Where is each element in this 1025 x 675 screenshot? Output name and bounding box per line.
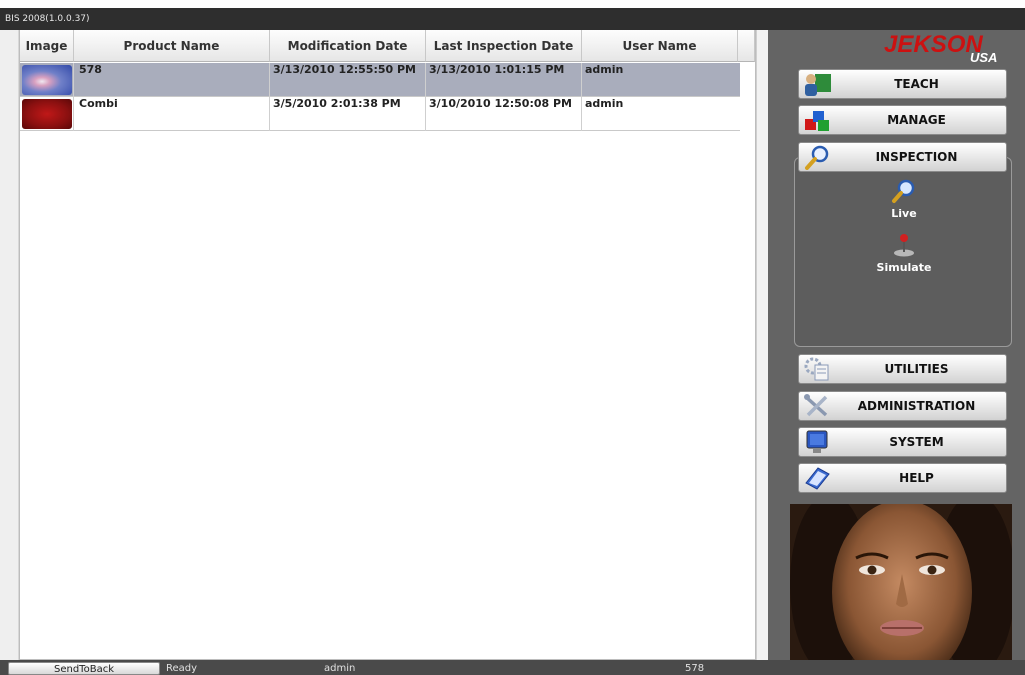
joystick-icon — [894, 234, 914, 257]
product-name-cell: 578 — [74, 63, 270, 97]
teacher-icon — [799, 70, 835, 98]
teach-button[interactable]: TEACH — [798, 69, 1007, 99]
row-header-strip — [0, 30, 19, 660]
magnifier-icon — [799, 143, 835, 171]
navigation-panel: JEKSON USA TEACH MANAGE Live Simulate IN… — [768, 30, 1025, 660]
product-thumbnail-cell — [20, 97, 74, 131]
modification-date-cell: 3/5/2010 2:01:38 PM — [270, 97, 426, 131]
column-header-spacer — [738, 30, 755, 62]
send-to-back-button[interactable]: SendToBack — [8, 662, 160, 675]
system-label: SYSTEM — [889, 435, 944, 449]
status-bar: SendToBack Ready admin 578 — [0, 660, 1025, 675]
jekson-usa-logo: JEKSON USA — [884, 31, 997, 65]
logo-sub-text: USA — [970, 50, 997, 65]
utilities-button[interactable]: UTILITIES — [798, 354, 1007, 384]
system-button[interactable]: SYSTEM — [798, 427, 1007, 457]
status-product: 578 — [685, 663, 705, 674]
inspection-button[interactable]: INSPECTION — [798, 142, 1007, 172]
logo-main-text: JEKSON — [884, 31, 983, 58]
teach-label: TEACH — [894, 77, 939, 91]
product-name-cell: Combi — [74, 97, 270, 131]
inspection-submenu: Live Simulate — [794, 157, 1012, 347]
live-label: Live — [891, 207, 917, 220]
column-header-modification-date[interactable]: Modification Date — [270, 30, 426, 62]
utilities-icon — [799, 355, 835, 383]
administration-label: ADMINISTRATION — [857, 399, 976, 413]
column-header-last-inspection-date[interactable]: Last Inspection Date — [426, 30, 582, 62]
window-title: BIS 2008(1.0.0.37) — [0, 8, 1025, 30]
tools-icon — [799, 392, 835, 420]
table-row[interactable]: Combi 3/5/2010 2:01:38 PM 3/10/2010 12:5… — [20, 97, 740, 131]
user-name-cell: admin — [585, 97, 624, 110]
column-header-product-name[interactable]: Product Name — [74, 30, 270, 62]
manage-button[interactable]: MANAGE — [798, 105, 1007, 135]
inspection-label: INSPECTION — [875, 150, 958, 164]
product-thumbnail — [22, 65, 72, 95]
help-button[interactable]: HELP — [798, 463, 1007, 493]
product-thumbnail-cell — [20, 63, 74, 97]
magnifier-icon — [892, 179, 915, 203]
column-header-image[interactable]: Image — [20, 30, 74, 62]
utilities-label: UTILITIES — [884, 362, 949, 376]
simulate-item[interactable]: Simulate — [795, 232, 1013, 274]
help-label: HELP — [899, 471, 934, 485]
vertical-scrollbar[interactable] — [756, 30, 768, 660]
blocks-icon — [799, 106, 835, 134]
monitor-icon — [799, 428, 835, 456]
manage-label: MANAGE — [887, 113, 946, 127]
last-inspection-date-cell: 3/13/2010 1:01:15 PM — [426, 63, 582, 97]
help-book-icon — [799, 464, 835, 492]
product-thumbnail — [22, 99, 72, 129]
status-text: Ready — [166, 663, 198, 674]
last-inspection-date-cell: 3/10/2010 12:50:08 PM — [426, 97, 582, 131]
live-item[interactable]: Live — [795, 178, 1013, 220]
simulate-label: Simulate — [876, 261, 932, 274]
column-header-user-name[interactable]: User Name — [582, 30, 738, 62]
table-row[interactable]: 578 3/13/2010 12:55:50 PM 3/13/2010 1:01… — [20, 63, 740, 97]
app-window: BIS 2008(1.0.0.37) Image Product Name Mo… — [0, 0, 1025, 675]
product-table: Image Product Name Modification Date Las… — [19, 30, 756, 660]
administration-button[interactable]: ADMINISTRATION — [798, 391, 1007, 421]
modification-date-cell: 3/13/2010 12:55:50 PM — [270, 63, 426, 97]
user-name-cell: admin — [585, 63, 624, 76]
status-user: admin — [324, 663, 356, 674]
model-portrait-image — [790, 504, 1012, 660]
